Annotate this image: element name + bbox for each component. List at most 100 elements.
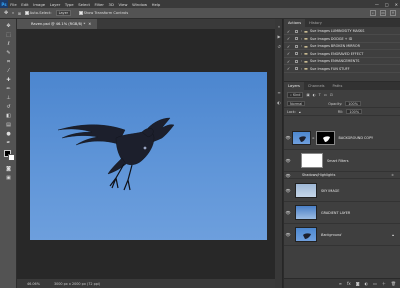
- eyedropper-tool-icon[interactable]: ⁄: [4, 67, 13, 75]
- filter-smart-object-icon[interactable]: ⊡: [330, 93, 333, 97]
- layer-style-icon[interactable]: fx: [347, 281, 351, 286]
- filter-shape-icon[interactable]: ▭: [324, 93, 327, 97]
- menu-filter[interactable]: Filter: [92, 2, 106, 7]
- menu-view[interactable]: View: [116, 2, 130, 7]
- quick-mask-icon[interactable]: ◙: [4, 165, 13, 173]
- checkmark-icon[interactable]: ✓: [284, 44, 293, 49]
- document-canvas[interactable]: [30, 72, 267, 240]
- crop-tool-icon[interactable]: ⌗: [4, 58, 13, 66]
- menu-type[interactable]: Type: [63, 2, 76, 7]
- document-info[interactable]: 3000 px x 2000 px (72 ppi): [54, 282, 100, 286]
- add-mask-icon[interactable]: ◙: [356, 281, 360, 286]
- action-set-row[interactable]: ✓ › ▬ Sue Images LUMINOSITY MASKS: [284, 28, 400, 35]
- new-layer-icon[interactable]: ＋: [382, 281, 386, 287]
- close-button[interactable]: ✕: [395, 2, 398, 7]
- layer-row-background-copy[interactable]: 👁︎ ∞ BACKGROUND COPY: [284, 126, 400, 150]
- filter-options-icon[interactable]: ≑: [391, 173, 394, 177]
- lock-icon[interactable]: 🔒︎: [299, 110, 301, 114]
- blend-mode-dropdown[interactable]: Normal: [287, 100, 306, 107]
- menu-3d[interactable]: 3D: [106, 2, 116, 7]
- visibility-eye-icon[interactable]: 👁︎: [284, 173, 292, 178]
- gradient-tool-icon[interactable]: ▤: [4, 121, 13, 129]
- adjustment-layer-icon[interactable]: ◐: [365, 281, 369, 286]
- collapse-panels-icon[interactable]: «: [276, 23, 282, 29]
- layer-row-smart-filters[interactable]: 👁︎ Smart Filters: [284, 150, 400, 172]
- filter-type-icon[interactable]: T: [319, 93, 321, 97]
- clone-stamp-tool-icon[interactable]: ⊥: [4, 94, 13, 102]
- filter-adjustment-icon[interactable]: ◐: [313, 93, 316, 97]
- action-set-row[interactable]: ✓ › ▬ Sue Images DODGE + ID: [284, 36, 400, 43]
- visibility-eye-icon[interactable]: 👁︎: [284, 135, 292, 140]
- collapse-icon[interactable]: ⊞: [18, 11, 21, 16]
- lock-icon[interactable]: 🔒︎: [392, 233, 394, 237]
- filter-kind-dropdown[interactable]: ⌕ Kind: [287, 92, 304, 98]
- search-icon[interactable]: ⌕: [370, 10, 376, 16]
- layer-row-gradient-layer[interactable]: 👁︎ GRADIENT LAYER: [284, 202, 400, 224]
- workspace-icon[interactable]: ▭: [380, 10, 386, 16]
- checkmark-icon[interactable]: ✓: [284, 66, 293, 71]
- visibility-eye-icon[interactable]: 👁︎: [284, 158, 292, 163]
- chevron-down-icon[interactable]: ▾: [12, 11, 14, 15]
- menu-layer[interactable]: Layer: [47, 2, 62, 7]
- trash-icon[interactable]: 🗑︎: [391, 281, 396, 286]
- menu-file[interactable]: File: [8, 2, 19, 7]
- zoom-level[interactable]: 46.06%: [27, 282, 40, 286]
- close-icon[interactable]: ✕: [88, 22, 91, 26]
- tab-history[interactable]: History: [305, 19, 326, 27]
- new-group-icon[interactable]: ▭: [373, 281, 377, 286]
- layer-row-background[interactable]: 👁︎ Background 🔒︎: [284, 224, 400, 246]
- adjustments-icon[interactable]: ◐: [276, 99, 282, 105]
- checkmark-icon[interactable]: ✓: [284, 36, 293, 41]
- layers-icon[interactable]: ≡: [276, 89, 282, 95]
- dodge-tool-icon[interactable]: ●: [4, 130, 13, 138]
- link-layers-icon[interactable]: ∞: [339, 281, 342, 286]
- checkmark-icon[interactable]: ✓: [284, 29, 293, 34]
- menu-edit[interactable]: Edit: [19, 2, 31, 7]
- layer-name[interactable]: SKY IMAGE: [321, 189, 339, 193]
- move-tool-icon[interactable]: ✥: [4, 22, 13, 30]
- history-icon[interactable]: ↺: [276, 43, 282, 49]
- maximize-button[interactable]: □: [385, 2, 389, 7]
- quick-select-tool-icon[interactable]: ✎: [4, 49, 13, 57]
- opacity-field[interactable]: 100%: [345, 100, 361, 107]
- visibility-eye-icon[interactable]: 👁︎: [284, 188, 292, 193]
- healing-brush-tool-icon[interactable]: ✚: [4, 76, 13, 84]
- fill-field[interactable]: 100%: [346, 108, 363, 115]
- tab-layers[interactable]: Layers: [284, 82, 304, 90]
- checkmark-icon[interactable]: ✓: [284, 51, 293, 56]
- lasso-tool-icon[interactable]: ℓ: [4, 40, 13, 48]
- background-color-swatch[interactable]: [8, 154, 15, 161]
- action-set-row[interactable]: ✓ › ▬ Sue Images ENHANCEMENTS: [284, 58, 400, 65]
- minimize-button[interactable]: —: [375, 2, 379, 7]
- visibility-eye-icon[interactable]: 👁︎: [284, 210, 292, 215]
- layer-row-sky-image[interactable]: 👁︎ SKY IMAGE: [284, 180, 400, 202]
- layer-row-shadows-highlights[interactable]: 👁︎ Shadows/Highlights ≑: [284, 172, 400, 179]
- actions-icon[interactable]: ▶: [276, 33, 282, 39]
- share-icon[interactable]: ⇪: [390, 10, 396, 16]
- brush-tool-icon[interactable]: ✏: [4, 85, 13, 93]
- checkmark-icon[interactable]: ✓: [284, 59, 293, 64]
- action-set-row[interactable]: ✓ › ▬ Sue Images FUN STUFF: [284, 66, 400, 73]
- pen-tool-icon[interactable]: ✒: [4, 139, 13, 147]
- tab-channels[interactable]: Channels: [304, 82, 329, 90]
- move-tool-icon[interactable]: ✥: [4, 10, 8, 16]
- auto-select-dropdown[interactable]: Layer: [55, 10, 72, 16]
- menu-help[interactable]: Help: [149, 2, 162, 7]
- layer-mask-thumbnail[interactable]: [315, 130, 335, 145]
- layer-name[interactable]: Background: [321, 233, 341, 237]
- tab-actions[interactable]: Actions: [284, 19, 306, 27]
- auto-select-checkbox[interactable]: Auto-Select:: [25, 11, 52, 15]
- transform-controls-checkbox[interactable]: Show Transform Controls: [79, 11, 128, 15]
- document-tab[interactable]: Raven.psd @ 46.1% (RGB/8) * ✕: [17, 19, 97, 29]
- smart-filter-mask-thumbnail[interactable]: [301, 153, 323, 168]
- menu-window[interactable]: Window: [130, 2, 150, 7]
- eraser-tool-icon[interactable]: ◧: [4, 112, 13, 120]
- layer-name[interactable]: GRADIENT LAYER: [321, 211, 350, 215]
- history-brush-tool-icon[interactable]: ↺: [4, 103, 13, 111]
- menu-select[interactable]: Select: [76, 2, 92, 7]
- marquee-tool-icon[interactable]: ⬚: [4, 31, 13, 39]
- visibility-eye-icon[interactable]: 👁︎: [284, 232, 292, 237]
- action-set-row[interactable]: ✓ › ▬ Sue Images ENGRAVED EFFECT: [284, 51, 400, 58]
- tab-paths[interactable]: Paths: [329, 82, 347, 90]
- menu-image[interactable]: Image: [31, 2, 48, 7]
